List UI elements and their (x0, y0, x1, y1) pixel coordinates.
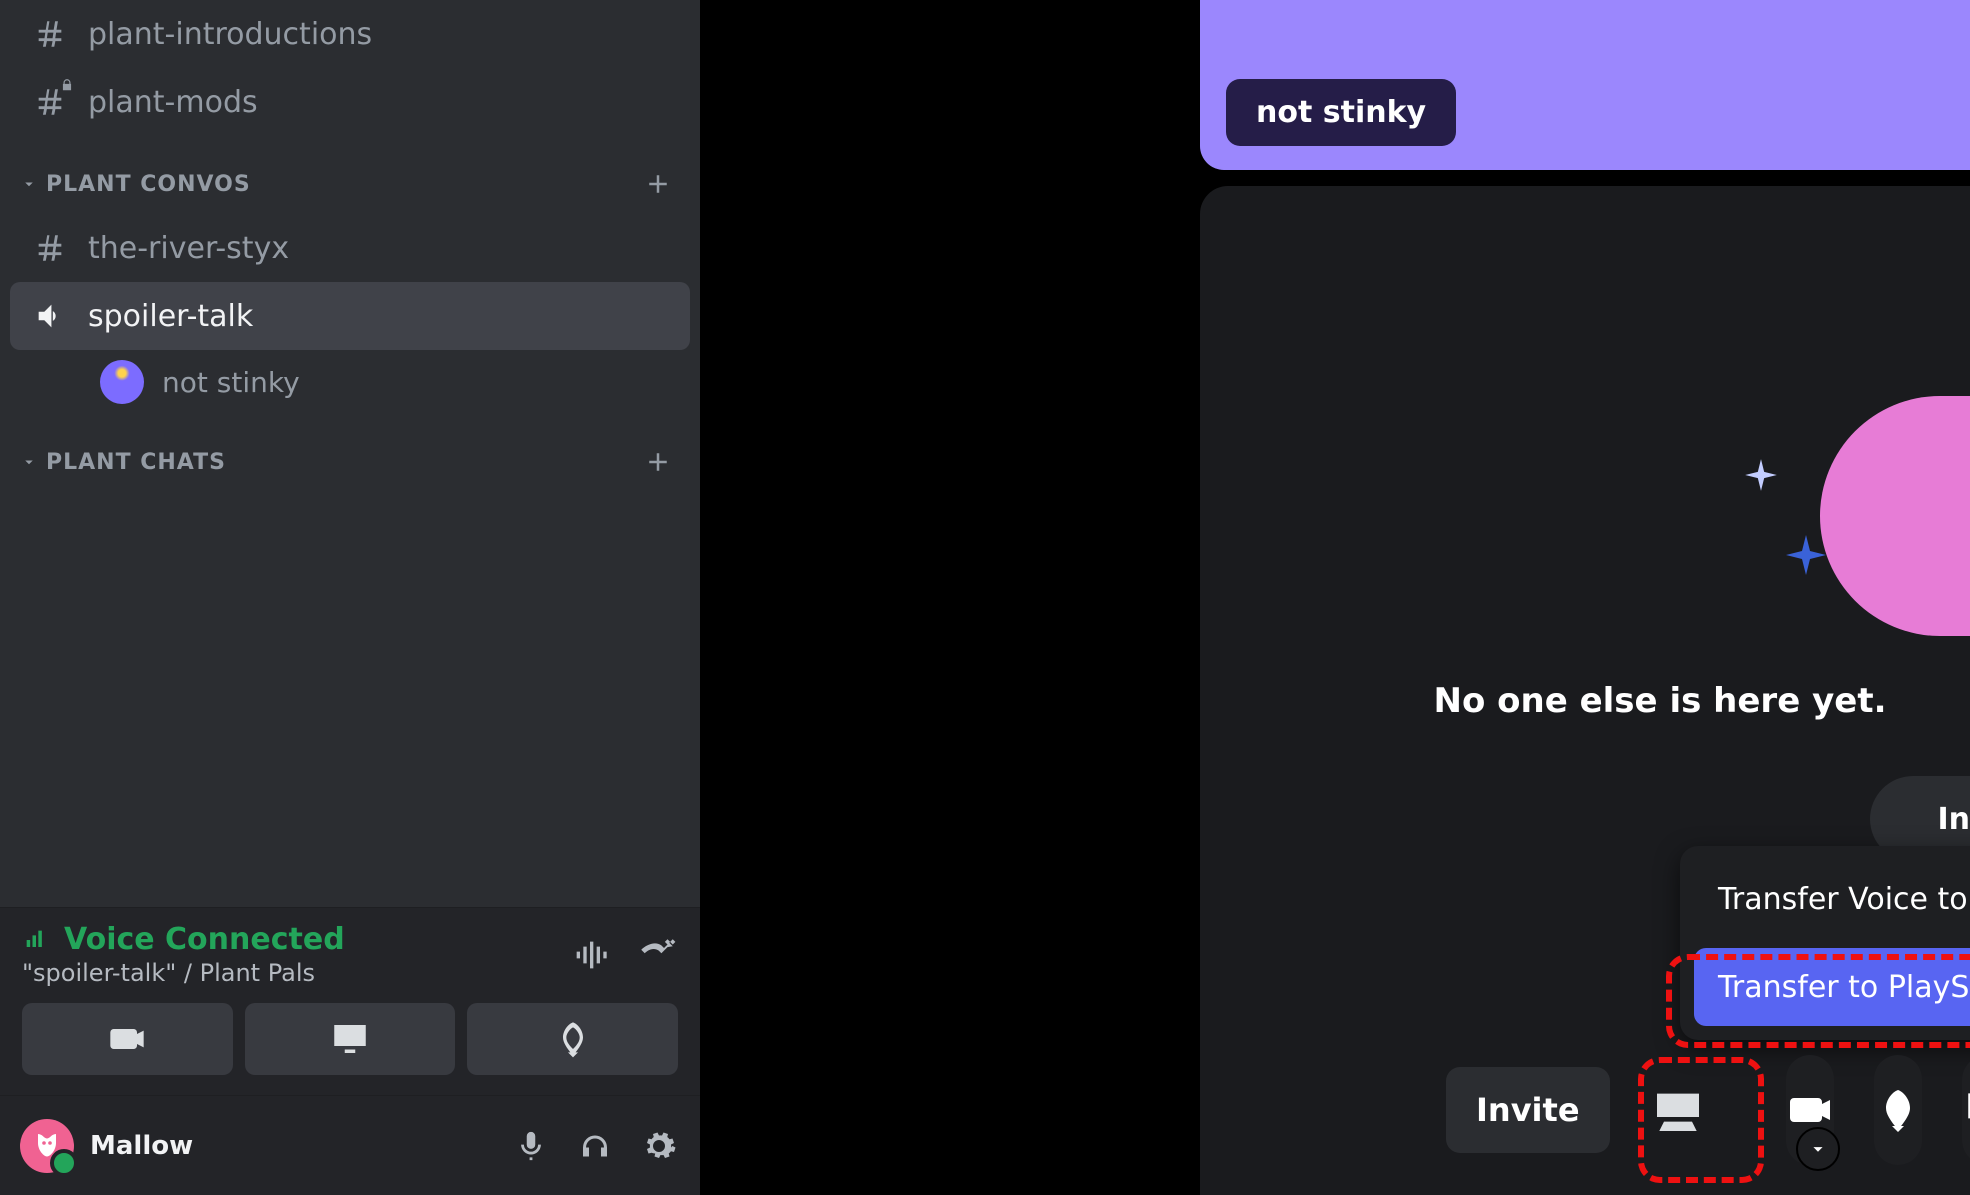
voice-call-area: not stinky No one else is here yet. In T… (700, 0, 1970, 1195)
self-username[interactable]: Mallow (90, 1131, 494, 1161)
channel-sidebar: plant-introductions plant-mods PLANT CON… (0, 0, 700, 1195)
disconnect-icon[interactable] (636, 934, 678, 976)
settings-button[interactable] (638, 1125, 680, 1167)
self-video-tile[interactable]: not stinky (1200, 0, 1970, 170)
user-panel: Mallow (0, 1095, 700, 1195)
invite-button[interactable]: Invite (1446, 1067, 1610, 1153)
app-root: plant-introductions plant-mods PLANT CON… (0, 0, 1970, 1195)
empty-call-area: No one else is here yet. In (1200, 186, 1970, 1195)
category-label: PLANT CHATS (46, 450, 226, 475)
channel-plant-introductions[interactable]: plant-introductions (10, 0, 690, 68)
camera-toggle-button[interactable] (1786, 1055, 1834, 1165)
console-transfer-button[interactable] (1650, 1065, 1706, 1155)
add-channel-button[interactable] (640, 166, 676, 202)
voice-user-label: not stinky (162, 366, 300, 399)
activities-button[interactable] (467, 1003, 678, 1075)
hash-icon (30, 228, 70, 268)
channel-label: plant-introductions (88, 17, 372, 52)
chevron-down-icon (20, 453, 38, 471)
screenshare-button[interactable] (245, 1003, 456, 1075)
screenshare-round-button[interactable] (1962, 1055, 1970, 1165)
chevron-down-icon[interactable] (1796, 1127, 1840, 1171)
category-plant-chats[interactable]: PLANT CHATS (10, 414, 690, 492)
menu-label: Transfer Voice to Xbox (1718, 882, 1970, 917)
self-avatar-icon[interactable] (20, 1119, 74, 1173)
video-button[interactable] (22, 1003, 233, 1075)
voice-action-row (22, 987, 678, 1095)
sparkle-icon (1782, 531, 1830, 579)
channel-the-river-styx[interactable]: the-river-styx (10, 214, 690, 282)
channel-list: plant-introductions plant-mods PLANT CON… (0, 0, 700, 907)
pill-label: In (1937, 802, 1970, 837)
transfer-voice-menu: Transfer Voice to Xbox Transfer to PlayS… (1680, 846, 1970, 1040)
chevron-down-icon (20, 175, 38, 193)
add-channel-button[interactable] (640, 444, 676, 480)
channel-spoiler-talk[interactable]: spoiler-talk (10, 282, 690, 350)
sparkle-icon (1742, 456, 1780, 494)
channel-label: plant-mods (88, 85, 258, 120)
channel-label: spoiler-talk (88, 299, 253, 334)
voice-user-not-stinky[interactable]: not stinky (10, 350, 690, 414)
menu-label: Transfer to PlayStation (1718, 970, 1970, 1005)
noise-suppression-icon[interactable] (570, 935, 610, 975)
empty-state-text: No one else is here yet. (1350, 681, 1970, 721)
signal-icon (22, 926, 50, 954)
button-label: Invite (1476, 1091, 1580, 1129)
user-avatar-icon (100, 360, 144, 404)
transfer-playstation-button[interactable]: Transfer to PlayStation (1694, 948, 1970, 1026)
category-label: PLANT CONVOS (46, 172, 251, 197)
channel-plant-mods[interactable]: plant-mods (10, 68, 690, 136)
voice-status-title[interactable]: Voice Connected (22, 922, 345, 957)
hash-icon (30, 14, 70, 54)
voice-status-channel: "spoiler-talk" / Plant Pals (22, 959, 345, 987)
self-name-badge: not stinky (1226, 79, 1456, 146)
transfer-xbox-button[interactable]: Transfer Voice to Xbox (1694, 860, 1970, 938)
voice-status-panel: Voice Connected "spoiler-talk" / Plant P… (0, 907, 700, 1095)
illustration-face (1820, 396, 1970, 636)
speaker-icon (30, 296, 70, 336)
mute-mic-button[interactable] (510, 1125, 552, 1167)
call-controls-row: Invite (1440, 1045, 1970, 1175)
hash-lock-icon (30, 82, 70, 122)
channel-label: the-river-styx (88, 231, 289, 266)
deafen-button[interactable] (574, 1125, 616, 1167)
voice-status-text: Voice Connected (64, 922, 345, 957)
activities-round-button[interactable] (1874, 1055, 1922, 1165)
category-plant-convos[interactable]: PLANT CONVOS (10, 136, 690, 214)
